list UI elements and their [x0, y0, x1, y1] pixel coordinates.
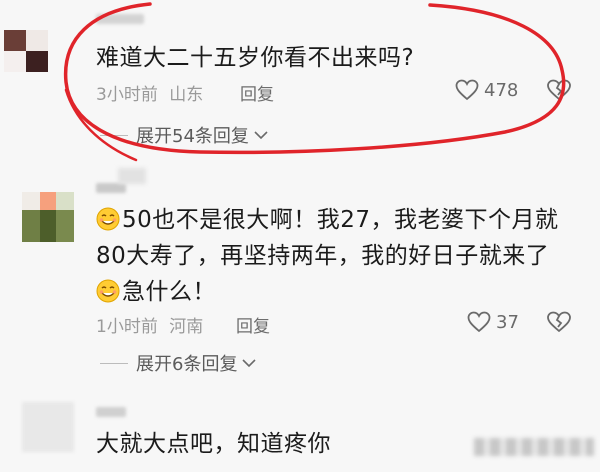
chevron-down-icon: [242, 359, 257, 368]
avatar[interactable]: [22, 402, 74, 452]
comment-line: 急什么！: [122, 279, 216, 305]
comment-time: 1小时前: [96, 317, 158, 337]
broken-heart-icon: [547, 311, 571, 333]
comment-text: 80大寿了，再坚持两年，我的好日子就来了: [96, 238, 549, 274]
dislike-button[interactable]: [546, 311, 572, 333]
comment-line: 50也不是很大啊！我27，我老婆下个月就: [122, 207, 559, 233]
comment-location: 河南: [169, 317, 204, 337]
expand-replies-button[interactable]: 展开6条回复: [100, 350, 257, 376]
comment-text: 大就大点吧，知道疼你: [96, 426, 331, 462]
expand-replies-label: 展开6条回复: [136, 354, 238, 375]
heart-icon: [467, 311, 491, 333]
comment-text: 50也不是很大啊！我27，我老婆下个月就: [96, 202, 559, 238]
comment-line: 大就大点吧，知道疼你: [96, 431, 331, 457]
divider: [100, 362, 128, 364]
comment-line: 80大寿了，再坚持两年，我的好日子就来了: [96, 243, 550, 269]
username: [118, 168, 146, 184]
like-count: 37: [496, 311, 519, 333]
like-button[interactable]: 37: [467, 311, 519, 333]
watermark: [474, 438, 594, 456]
smile-emoji: [96, 279, 120, 303]
comment-text: 急什么！: [96, 274, 216, 310]
username[interactable]: [96, 407, 126, 417]
comment-meta: 1小时前 河南: [96, 312, 203, 337]
smile-emoji: [96, 207, 120, 231]
reply-button[interactable]: 回复: [236, 312, 270, 337]
avatar[interactable]: [22, 192, 74, 242]
username[interactable]: [96, 183, 126, 193]
